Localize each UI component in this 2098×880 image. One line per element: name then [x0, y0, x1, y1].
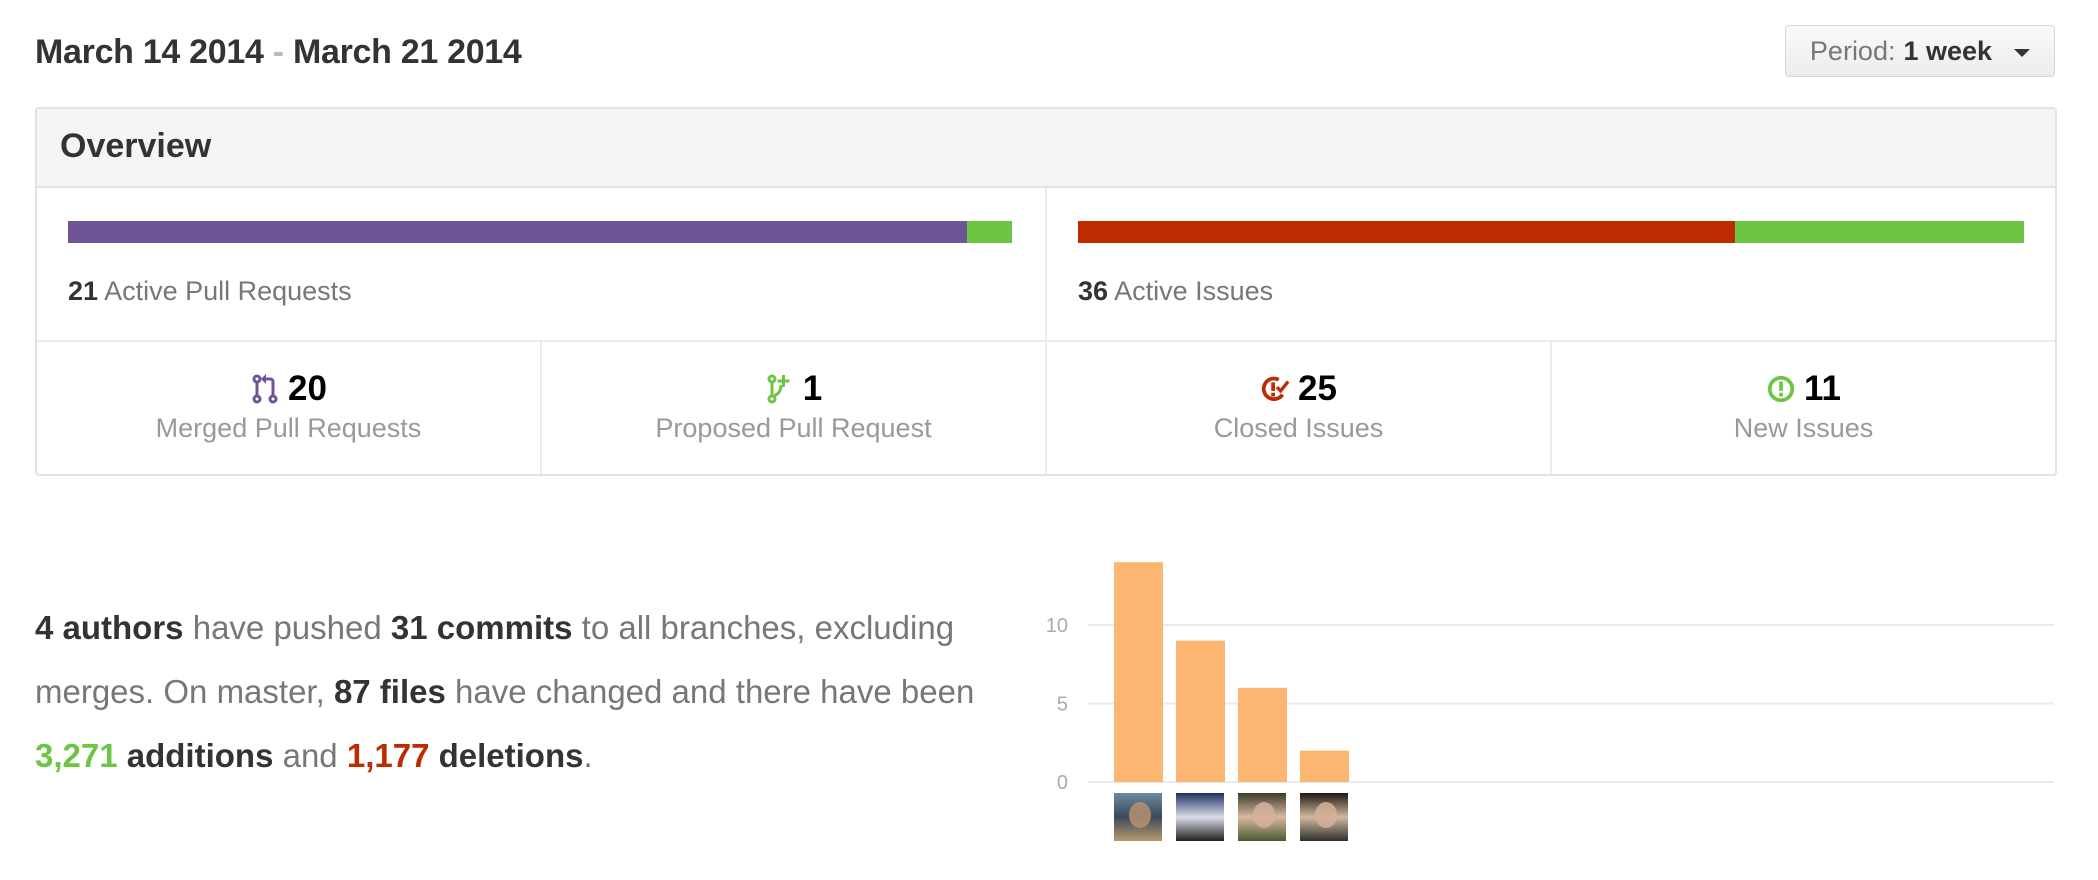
additions-count: 3,271 [35, 737, 118, 774]
deletions-count: 1,177 [346, 737, 430, 774]
active-issues-label: Active Issues [1114, 276, 1274, 306]
bar [1238, 687, 1287, 782]
closed-issues-label: Closed Issues [1213, 413, 1384, 443]
period-value: 1 week [1903, 35, 1993, 66]
summary-text-1: have pushed [183, 609, 391, 646]
new-issues-segment [1734, 221, 2024, 243]
merged-pr-segment [68, 221, 967, 243]
stats-row: 20 Merged Pull Requests 1 Proposed Pull … [37, 342, 2055, 474]
pull-requests-bar [68, 221, 1012, 243]
active-pull-requests-text: 21 Active Pull Requests [68, 276, 352, 307]
closed-issues-segment [1078, 221, 1735, 243]
overview-title: Overview [60, 127, 212, 165]
date-range-title: March 14 2014 - March 21 2014 [35, 33, 522, 72]
stat-proposed-pull-request[interactable]: 1 Proposed Pull Request [542, 342, 1047, 474]
proposed-pr-label: Proposed Pull Request [655, 413, 932, 443]
active-pr-label: Active Pull Requests [104, 276, 352, 306]
author-avatar[interactable] [1238, 793, 1286, 841]
pull-requests-summary[interactable]: 21 Active Pull Requests [37, 188, 1047, 340]
summary-row: 21 Active Pull Requests 36 Active Issues [37, 188, 2055, 342]
active-issues-count: 36 [1078, 276, 1109, 306]
deletions-label: deletions [429, 737, 584, 774]
closed-issues-count: 25 [1298, 369, 1337, 408]
stat-new-issues[interactable]: 11 New Issues [1552, 342, 2055, 474]
additions-label: additions [117, 737, 274, 774]
active-pr-count: 21 [68, 276, 99, 306]
summary-text-5: . [583, 737, 593, 774]
y-tick-label: 0 [1057, 772, 1068, 794]
author-avatar[interactable] [1114, 793, 1162, 841]
summary-text-4: and [273, 737, 347, 774]
stat-closed-issues[interactable]: 25 Closed Issues [1047, 342, 1552, 474]
files-count[interactable]: 87 files [334, 673, 446, 710]
commits-by-author-chart: 0 5 10 [1040, 540, 2060, 850]
date-start: March 14 2014 [35, 33, 264, 71]
git-merge-icon [252, 374, 278, 404]
bar [1114, 562, 1163, 782]
issue-closed-icon [1261, 376, 1290, 401]
issue-opened-icon [1767, 375, 1795, 403]
y-tick-label: 10 [1046, 615, 1068, 637]
overview-panel: Overview 21 Active Pull Requests 36 Acti… [35, 107, 2057, 476]
period-label: Period: [1809, 35, 1896, 66]
proposed-pr-count: 1 [802, 369, 823, 408]
y-tick-label: 5 [1057, 694, 1068, 716]
summary-text-3: have changed and there have been [445, 673, 975, 710]
stat-merged-pull-requests[interactable]: 20 Merged Pull Requests [37, 342, 542, 474]
issues-summary[interactable]: 36 Active Issues [1047, 188, 2055, 340]
git-pull-request-icon [767, 374, 790, 404]
active-issues-text: 36 Active Issues [1078, 276, 1273, 307]
commit-summary-text: 4 authors have pushed 31 commits to all … [35, 596, 1035, 788]
chart-svg: 0 5 10 [1046, 562, 2054, 841]
caret-down-icon [2014, 48, 2031, 57]
date-end: March 21 2014 [292, 33, 522, 71]
period-dropdown-button[interactable]: Period: 1 week [1785, 25, 2055, 77]
commits-count[interactable]: 31 commits [391, 609, 573, 646]
merged-pr-label: Merged Pull Requests [155, 413, 422, 443]
proposed-pr-segment [966, 221, 1012, 243]
avatar-face [1253, 802, 1275, 828]
author-avatar[interactable] [1300, 793, 1348, 841]
bar [1300, 750, 1349, 782]
authors-count[interactable]: 4 authors [35, 609, 184, 646]
avatar-face [1315, 802, 1337, 828]
avatar-image [1176, 793, 1224, 841]
author-avatar[interactable] [1176, 793, 1224, 841]
issues-bar [1078, 221, 2024, 243]
new-issues-label: New Issues [1733, 413, 1874, 443]
new-issues-count: 11 [1804, 369, 1841, 408]
avatar-face [1129, 802, 1151, 828]
merged-pr-count: 20 [288, 369, 327, 408]
overview-header: Overview [37, 109, 2055, 188]
date-separator: - [272, 33, 284, 71]
bar [1176, 640, 1225, 782]
